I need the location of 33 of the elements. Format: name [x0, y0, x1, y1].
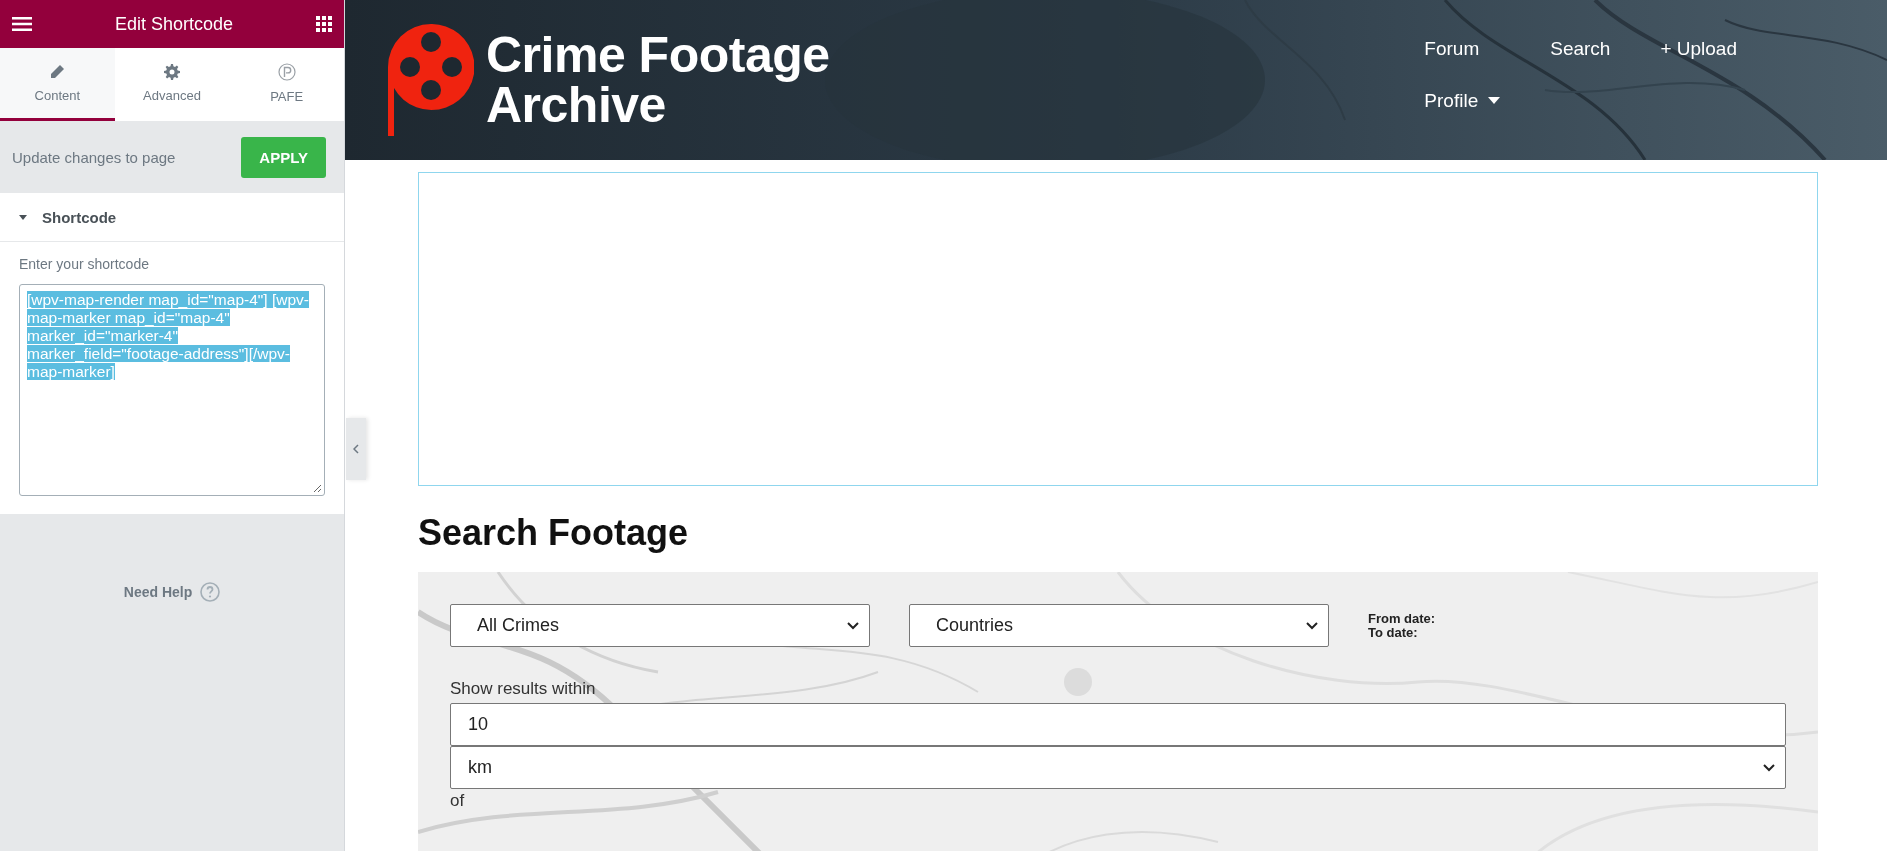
nav-link[interactable]: Search	[1550, 38, 1611, 60]
help-link[interactable]: Need Help	[123, 584, 193, 600]
from-date-label: From date:	[1368, 612, 1436, 626]
pencil-icon	[49, 63, 66, 80]
panel-title: Edit Shortcode	[114, 13, 234, 35]
panel-tab[interactable]: Content	[0, 48, 115, 121]
gear-icon	[164, 63, 180, 80]
resize-grip-icon[interactable]	[313, 484, 321, 492]
grid-icon[interactable]	[316, 16, 332, 32]
nav-link[interactable]: Profile	[1424, 90, 1501, 112]
chevron-down-icon	[1763, 763, 1775, 772]
nav-link[interactable]: + Upload	[1660, 38, 1737, 60]
country-select[interactable]: Countries	[909, 604, 1329, 647]
caret-icon	[1488, 97, 1501, 105]
crime-select[interactable]: All Crimes	[450, 604, 870, 647]
chevron-down-icon	[847, 621, 859, 630]
nav-link[interactable]: Forum	[1424, 38, 1501, 60]
p-circle-icon	[277, 62, 296, 81]
site-logo-text[interactable]: Crime Footage Archive	[486, 30, 830, 130]
field-label: Enter your shortcode	[19, 256, 150, 272]
unit-select[interactable]: km	[450, 746, 1786, 789]
radius-label: Show results within	[450, 679, 597, 699]
film-reel-icon[interactable]	[388, 24, 474, 136]
section-heading: Search Footage	[418, 512, 690, 554]
caret-icon[interactable]	[18, 212, 28, 222]
radius-field[interactable]: 10	[450, 703, 1786, 746]
menu-icon[interactable]	[12, 17, 32, 31]
chevron-down-icon	[1306, 621, 1318, 630]
chevron-left-icon	[353, 444, 359, 454]
section-title[interactable]: Shortcode	[42, 208, 117, 226]
of-label: of	[450, 791, 466, 811]
to-date-label: To date:	[1368, 626, 1419, 640]
update-label: Update changes to page	[12, 148, 176, 166]
